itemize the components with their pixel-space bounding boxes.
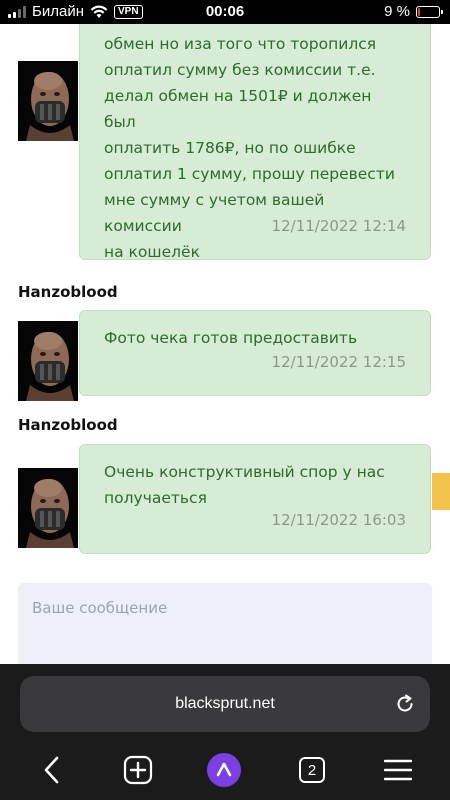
message-bubble: обмен но иза того что торопился оплатил … xyxy=(79,24,431,261)
alice-assistant-button[interactable] xyxy=(204,750,244,790)
battery-icon xyxy=(416,5,443,18)
new-tab-plus-icon xyxy=(123,755,153,785)
message-timestamp: 12/11/2022 12:15 xyxy=(271,353,406,371)
message-line: оплатить 1786₽, но по ошибке xyxy=(104,139,356,157)
message-line: обмен но иза того что торопился xyxy=(104,35,377,53)
bane-mask-avatar-icon xyxy=(18,321,78,401)
browser-toolbar: blacksprut.net 2 xyxy=(0,664,450,800)
message-author: Hanzoblood xyxy=(18,283,118,301)
message-input[interactable] xyxy=(18,583,432,664)
message-author: Hanzoblood xyxy=(18,416,118,434)
bane-mask-avatar-icon xyxy=(18,61,78,141)
message-line: на кошелёк xyxy=(104,243,200,261)
tabs-button[interactable]: 2 xyxy=(292,750,332,790)
chat-thread: обмен но иза того что торопился оплатил … xyxy=(0,24,450,664)
new-tab-button[interactable] xyxy=(118,750,158,790)
address-bar[interactable]: blacksprut.net xyxy=(20,676,430,732)
menu-button[interactable] xyxy=(378,750,418,790)
message-line: оплатил 1 сумму, прошу перевести xyxy=(104,165,395,183)
message-timestamp: 12/11/2022 16:03 xyxy=(271,511,406,529)
reload-icon[interactable] xyxy=(394,693,416,715)
message-bubble: Фото чека готов предоставить 12/11/2022 … xyxy=(79,310,431,396)
message-line: оплатил сумму без комиссии т.е. xyxy=(104,61,376,79)
url-text: blacksprut.net xyxy=(175,695,275,712)
avatar xyxy=(18,468,78,548)
battery-percent: 9 % xyxy=(384,3,410,20)
back-arrow-icon xyxy=(44,756,59,784)
bane-mask-avatar-icon xyxy=(18,468,78,548)
avatar xyxy=(18,321,78,401)
message-line: делал обмен на 1501₽ и должен был xyxy=(104,87,372,131)
clock: 00:06 xyxy=(205,3,245,20)
tabs-count-icon: 2 xyxy=(299,757,325,783)
side-feedback-tab[interactable] xyxy=(432,473,450,510)
avatar xyxy=(18,61,78,141)
back-button[interactable] xyxy=(32,750,72,790)
message-timestamp: 12/11/2022 12:14 xyxy=(271,217,406,235)
message-line: Очень конструктивный спор у нас xyxy=(104,463,385,481)
message-bubble: Очень конструктивный спор у нас получает… xyxy=(79,444,431,554)
alice-assistant-icon xyxy=(207,753,241,787)
menu-hamburger-icon xyxy=(384,759,412,781)
status-bar: Билайн VPN 00:06 9 % xyxy=(0,0,450,24)
message-line: Фото чека готов предоставить xyxy=(104,329,358,347)
